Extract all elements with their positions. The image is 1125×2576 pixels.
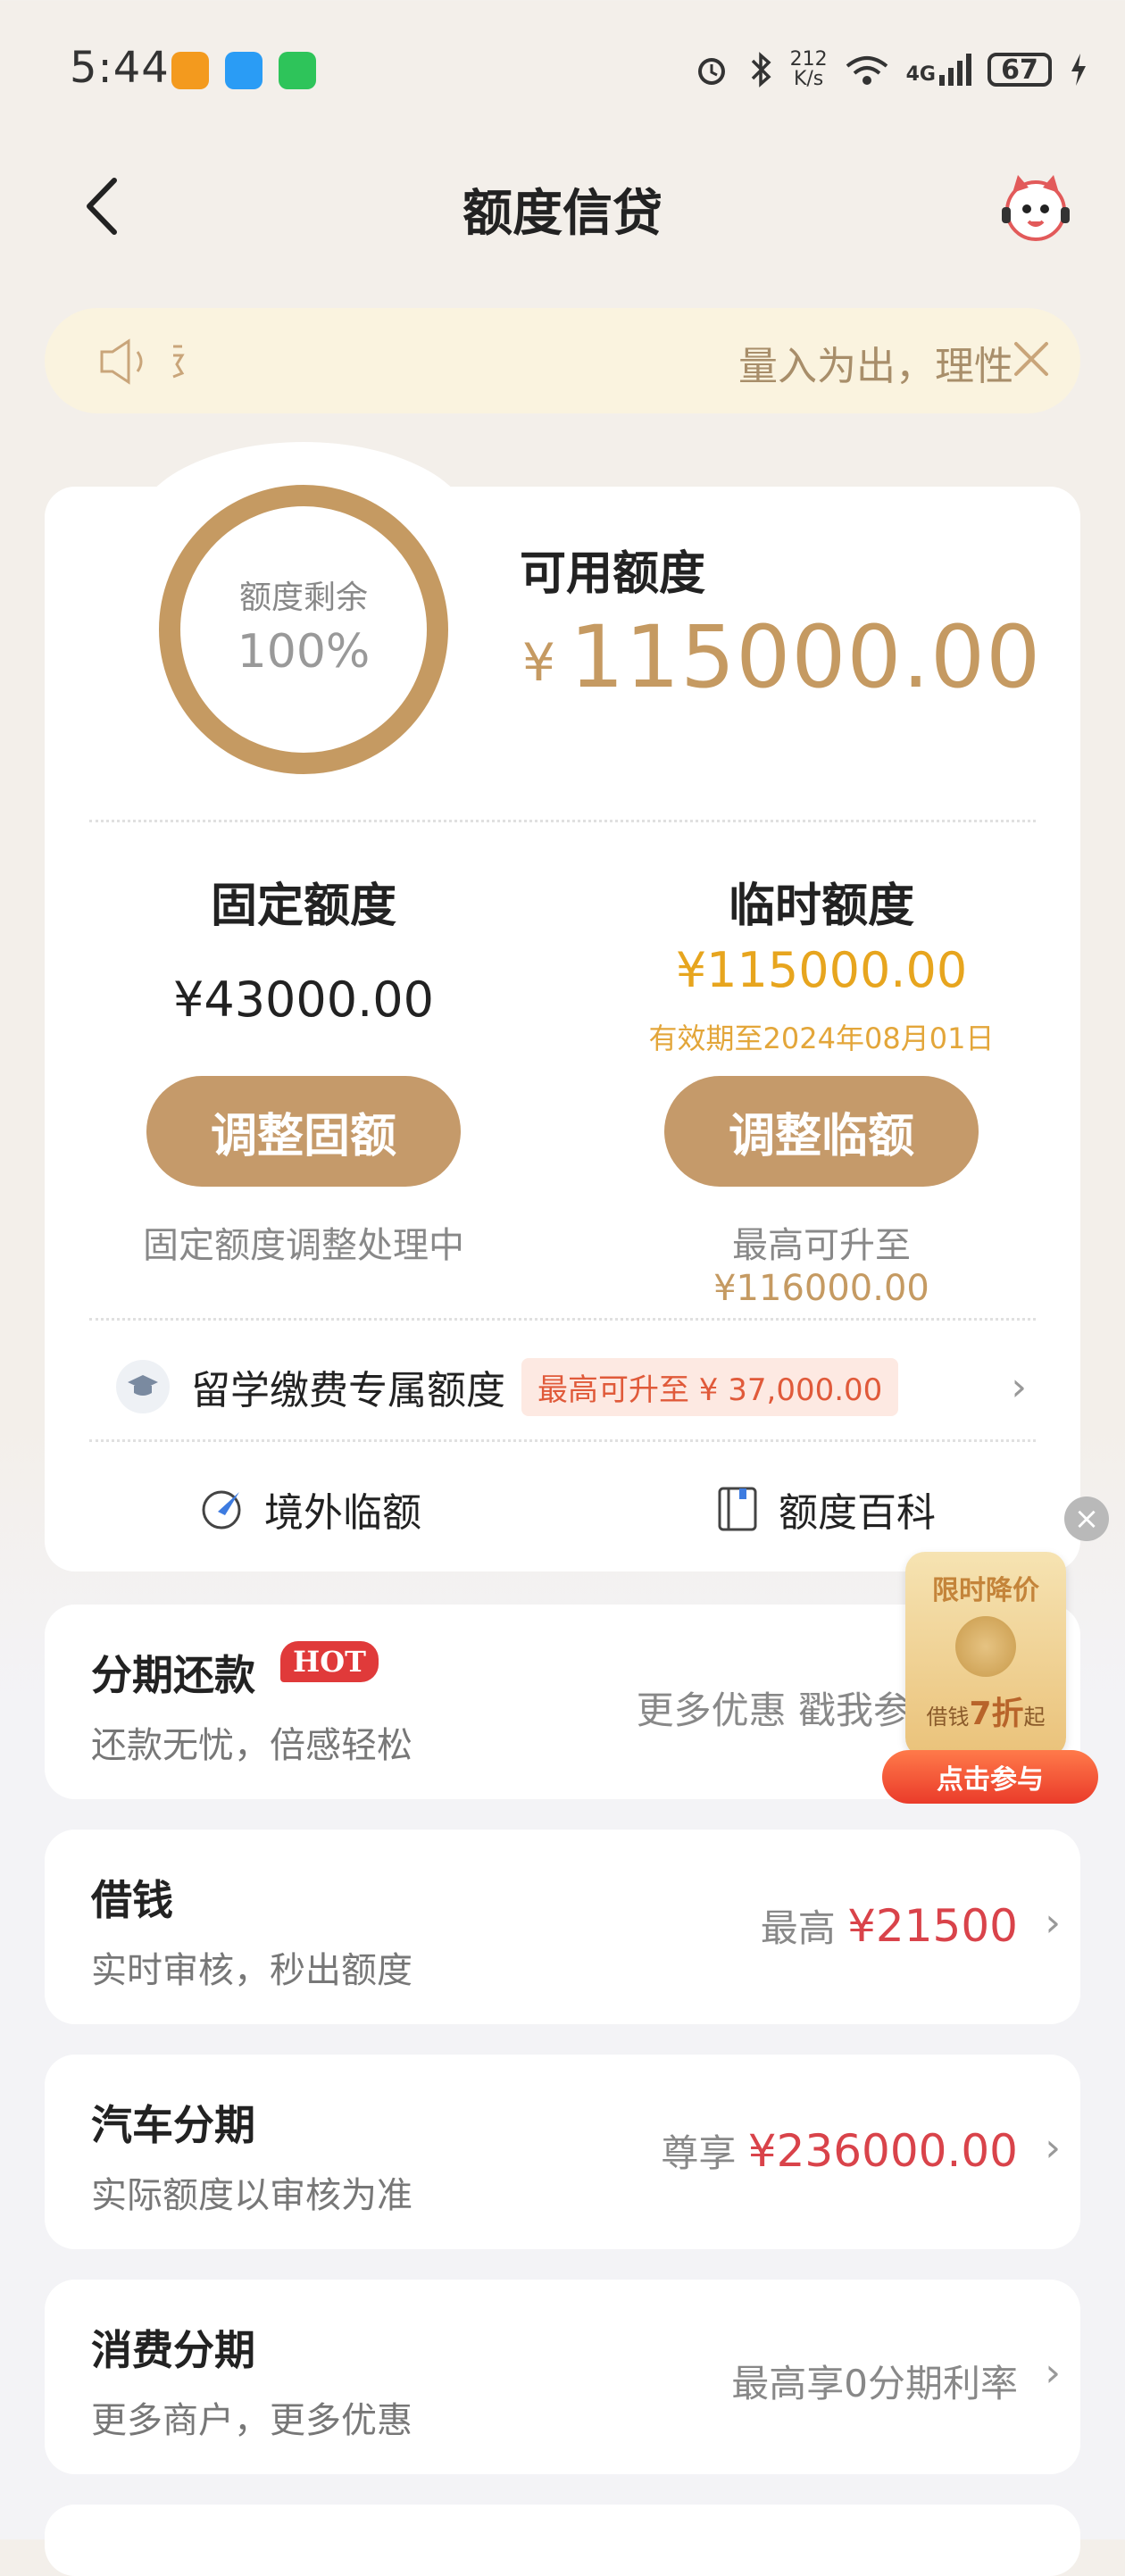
speaker-icon (100, 338, 185, 385)
borrow-limit: 最高 ¥21500 (760, 1900, 1018, 1952)
hot-badge: HOT (280, 1641, 379, 1682)
promo-subtitle: 借钱7折起 (926, 1696, 1046, 1732)
wifi-icon (846, 56, 888, 85)
credit-wiki-label: 额度百科 (779, 1490, 936, 1536)
net-speed: 212 K/s (789, 48, 828, 90)
close-icon[interactable] (1009, 335, 1054, 385)
promo-close-button[interactable]: × (1064, 1496, 1109, 1541)
chevron-right-icon: › (1045, 2350, 1061, 2396)
next-card[interactable] (45, 2505, 1080, 2576)
available-amount: 115000.00 (570, 607, 1042, 707)
overseas-temp-link[interactable]: 境外临额 (198, 1478, 421, 1540)
page-title: 额度信贷 (462, 185, 662, 243)
coin-icon (955, 1616, 1016, 1677)
overseas-plane-icon (198, 1485, 246, 1533)
temp-max-text: 最高可升至¥116000.00 (713, 1225, 929, 1309)
consumer-installment-title: 消费分期 (91, 2326, 255, 2374)
bluetooth-icon (751, 52, 771, 88)
chevron-right-icon: › (1011, 1363, 1027, 1410)
message-notification-icon (225, 52, 262, 89)
consumer-installment-subtitle: 更多商户，更多优惠 (91, 2400, 412, 2441)
graduation-cap-icon (116, 1360, 170, 1413)
temp-credit-amount: ¥115000.00 (675, 942, 968, 998)
installment-repay-title: 分期还款 (91, 1651, 255, 1699)
study-credit-tag: 最高可升至 ¥ 37,000.00 (521, 1357, 899, 1416)
promo-title: 限时降价 (932, 1575, 1039, 1606)
fixed-credit-title: 固定额度 (210, 880, 396, 933)
chevron-right-icon: › (1045, 2125, 1061, 2171)
book-icon (716, 1485, 761, 1533)
adjust-fixed-button[interactable]: 调整固额 (146, 1076, 461, 1187)
temp-credit-title: 临时额度 (728, 880, 914, 933)
overseas-temp-label: 境外临额 (264, 1490, 421, 1536)
temp-valid-date: 有效期至2024年08月01日 (648, 1021, 995, 1055)
status-icons: 212 K/s 4G 67 (692, 43, 1089, 96)
car-installment-title: 汽车分期 (91, 2101, 255, 2149)
consumer-installment-rate: 最高享0分期利率 (731, 2362, 1018, 2405)
alarm-icon (697, 58, 725, 85)
status-time: 5:44 (70, 43, 170, 93)
divider (89, 1318, 1036, 1321)
divider (89, 1439, 1036, 1442)
borrow-subtitle: 实时审核，秒出额度 (91, 1950, 412, 1991)
credit-wiki-link[interactable]: 额度百科 (716, 1478, 936, 1540)
installment-repay-promo: 更多优惠 戳我参 (636, 1688, 911, 1732)
wechat-notification-icon (279, 52, 316, 89)
notice-text: 量入为出，理性 (738, 344, 1013, 389)
car-installment-subtitle: 实际额度以审核为准 (91, 2175, 412, 2216)
available-label: 可用额度 (520, 547, 706, 601)
chevron-right-icon: › (1045, 1900, 1061, 1946)
car-installment-limit: 尊享 ¥236000.00 (661, 2125, 1018, 2177)
battery-indicator: 67 (988, 53, 1052, 87)
divider (89, 820, 1036, 822)
mascot-avatar-icon[interactable] (998, 170, 1073, 245)
fixed-credit-amount: ¥43000.00 (172, 971, 435, 1028)
signal-icon: 4G (906, 54, 971, 86)
study-credit-row[interactable]: 留学缴费专属额度 最高可升至 ¥ 37,000.00 › (116, 1353, 1027, 1421)
app-notification-icon (171, 52, 209, 89)
promo-join-button[interactable]: 点击参与 (882, 1750, 1098, 1804)
charging-icon (1071, 54, 1086, 86)
ring-label: 额度剩余 (238, 579, 368, 616)
installment-repay-subtitle: 还款无忧，倍感轻松 (91, 1725, 412, 1766)
borrow-title: 借钱 (91, 1876, 173, 1924)
ring-percent: 100% (237, 625, 371, 679)
available-currency: ¥ (522, 632, 555, 693)
fixed-status-text: 固定额度调整处理中 (143, 1225, 464, 1266)
adjust-temp-button[interactable]: 调整临额 (664, 1076, 979, 1187)
study-credit-label: 留学缴费专属额度 (191, 1368, 505, 1413)
